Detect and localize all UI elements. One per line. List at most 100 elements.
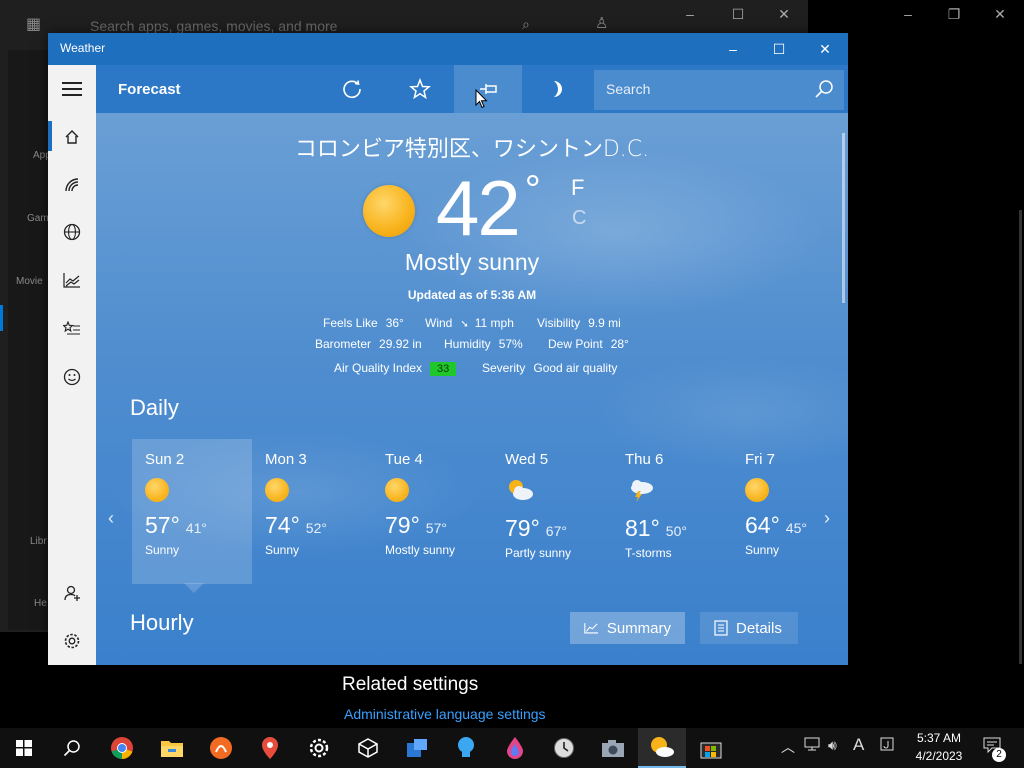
day-name: Sun 2 [145,451,185,468]
add-account-icon[interactable] [48,573,96,613]
settings-gear-icon[interactable] [48,621,96,661]
dark-mode-moon-icon[interactable] [522,65,590,113]
admin-language-settings-link[interactable]: Administrative language settings [344,706,546,722]
mostly-sunny-icon [385,478,409,502]
mouse-cursor [475,88,489,114]
unit-fahrenheit[interactable]: F [571,175,584,201]
clock-date[interactable]: 4/2/2023 [912,749,966,763]
show-hidden-icons-chevron-up-icon[interactable]: ︿ [781,737,795,757]
clock-time[interactable]: 5:37 AM [912,731,966,745]
settings-icon[interactable] [295,728,343,768]
day-high: 79° [505,515,540,541]
day-condition: T-storms [625,546,672,560]
alarms-clock-icon[interactable] [540,728,588,768]
maps-icon[interactable] [246,728,294,768]
weather-app-icon[interactable] [638,728,686,768]
severity-stat: Severity Good air quality [482,361,618,375]
store-nav-library[interactable]: Libr [30,536,47,547]
sunny-icon [145,478,169,502]
account-icon[interactable]: ♙ [595,14,608,32]
minimize-button[interactable]: – [710,33,756,65]
location-name: コロンビア特別区、ワシントンD.C. [294,137,650,162]
store-nav-games[interactable]: Gam [27,213,49,224]
search-input[interactable] [594,70,794,108]
historical-chart-icon[interactable] [48,260,96,300]
day-card-wed[interactable]: Wed 5 79° 67° Partly sunny [492,439,612,584]
store-close-button[interactable]: ✕ [764,6,804,23]
summary-button[interactable]: Summary [570,612,685,644]
refresh-icon[interactable] [318,65,386,113]
day-card-sun[interactable]: Sun 2 57° 41° Sunny [132,439,252,584]
feels-like-stat: Feels Like 36° [323,316,404,330]
volume-icon[interactable]: 🔊︎ [828,737,837,754]
3d-viewer-icon[interactable] [344,728,392,768]
weather-window: Weather – ☐ ✕ Forecast Search コロンビア特別区、ワ… [48,33,848,665]
start-windows-icon[interactable] [0,728,48,768]
network-icon[interactable] [804,737,820,754]
home-icon[interactable] [48,117,96,157]
day-low: 52° [305,520,327,536]
daily-heading: Daily [130,395,179,420]
day-condition: Mostly sunny [385,543,456,557]
chevron-left-icon[interactable]: ‹ [108,508,114,529]
close-button[interactable]: ✕ [802,33,848,65]
visibility-stat: Visibility 9.9 mi [537,316,621,330]
store-nav-movies[interactable]: Movie [16,276,43,287]
app-title: Weather [60,41,106,55]
line-chart-icon [584,623,598,634]
orange-app-icon[interactable] [197,728,245,768]
store-nav-help[interactable]: He [34,598,47,609]
day-name: Fri 7 [745,451,775,468]
day-card-fri[interactable]: Fri 7 64° 45° Sunny [732,439,828,584]
current-condition: Mostly sunny [404,249,540,275]
taskbar-search-icon[interactable] [48,728,96,768]
store-icon: ▦ [26,16,42,33]
bg-scrollbar[interactable] [1019,210,1022,730]
day-high: 81° [625,515,660,541]
ime-mode-icon[interactable] [880,737,894,754]
day-high: 57° [145,512,180,538]
day-low: 45° [785,520,807,536]
search-box[interactable] [594,70,844,110]
details-button[interactable]: Details [700,612,798,644]
store-maximize-button[interactable]: ☐ [718,6,758,23]
favorite-star-icon[interactable] [386,65,454,113]
thunderstorm-icon [625,478,732,507]
day-card-tue[interactable]: Tue 4 79° 57° Mostly sunny [372,439,492,584]
favorites-list-icon[interactable] [48,309,96,349]
bg-close-button[interactable]: ✕ [980,6,1020,23]
feedback-smiley-icon[interactable] [48,357,96,397]
maps-radar-icon[interactable] [48,165,96,205]
bg-restore-button[interactable]: ❐ [934,6,974,23]
camera-icon[interactable] [589,728,637,768]
day-card-mon[interactable]: Mon 3 74° 52° Sunny [252,439,372,584]
humidity-stat: Humidity 57% [444,337,523,351]
search-icon[interactable]: ⌕ [522,16,530,33]
day-card-thu[interactable]: Thu 6 81° 50° T-storms [612,439,732,584]
day-condition: Partly sunny [505,546,572,560]
details-list-icon [714,620,728,636]
hamburger-menu-icon[interactable] [48,69,96,109]
day-low: 57° [425,520,447,536]
input-method-indicator[interactable]: A [853,735,864,755]
tips-bulb-icon[interactable] [442,728,490,768]
current-temperature: 42 ° [436,164,541,252]
file-explorer-icon[interactable] [148,728,196,768]
store-minimize-button[interactable]: – [670,6,710,22]
people-icon[interactable] [393,728,441,768]
day-low: 50° [665,523,687,539]
microsoft-store-icon[interactable] [687,728,735,768]
maximize-button[interactable]: ☐ [756,33,802,65]
partly-sunny-icon [505,478,612,507]
day-name: Wed 5 [505,451,549,468]
bg-minimize-button[interactable]: – [888,6,928,22]
paint-3d-icon[interactable] [491,728,539,768]
day-condition: Sunny [745,543,780,557]
search-icon[interactable] [814,79,834,104]
store-accent-bar [0,305,3,331]
summary-label: Summary [606,619,671,637]
globe-icon[interactable] [48,212,96,252]
related-settings-title: Related settings [342,674,479,695]
unit-celsius[interactable]: C [572,207,586,230]
chrome-icon[interactable] [98,728,146,768]
